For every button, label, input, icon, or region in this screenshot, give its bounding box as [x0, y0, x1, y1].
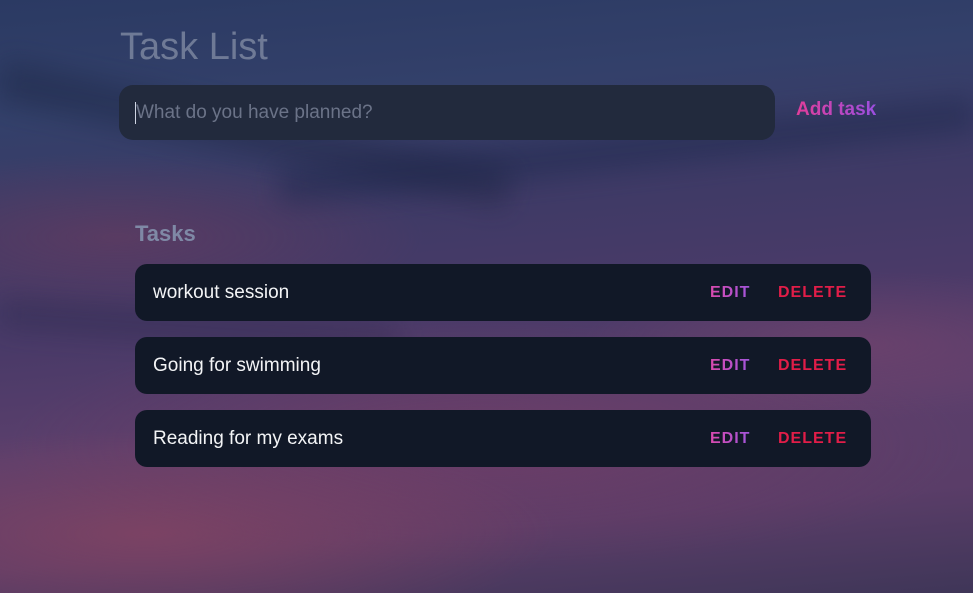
task-text[interactable]: workout session — [153, 282, 289, 304]
edit-button[interactable]: EDIT — [710, 430, 750, 448]
tasks-heading: Tasks — [135, 221, 196, 246]
page-title: Task List — [120, 26, 268, 68]
add-task-button[interactable]: Add task — [796, 99, 876, 121]
task-item: workout session EDIT DELETE — [135, 264, 871, 321]
task-text[interactable]: Reading for my exams — [153, 428, 343, 450]
task-item: Reading for my exams EDIT DELETE — [135, 410, 871, 467]
delete-button[interactable]: DELETE — [778, 430, 847, 448]
edit-button[interactable]: EDIT — [710, 357, 750, 375]
delete-button[interactable]: DELETE — [778, 357, 847, 375]
edit-button[interactable]: EDIT — [710, 284, 750, 302]
new-task-input[interactable] — [135, 101, 775, 124]
new-task-input-container — [119, 85, 775, 140]
delete-button[interactable]: DELETE — [778, 284, 847, 302]
task-text[interactable]: Going for swimming — [153, 355, 321, 377]
task-item: Going for swimming EDIT DELETE — [135, 337, 871, 394]
